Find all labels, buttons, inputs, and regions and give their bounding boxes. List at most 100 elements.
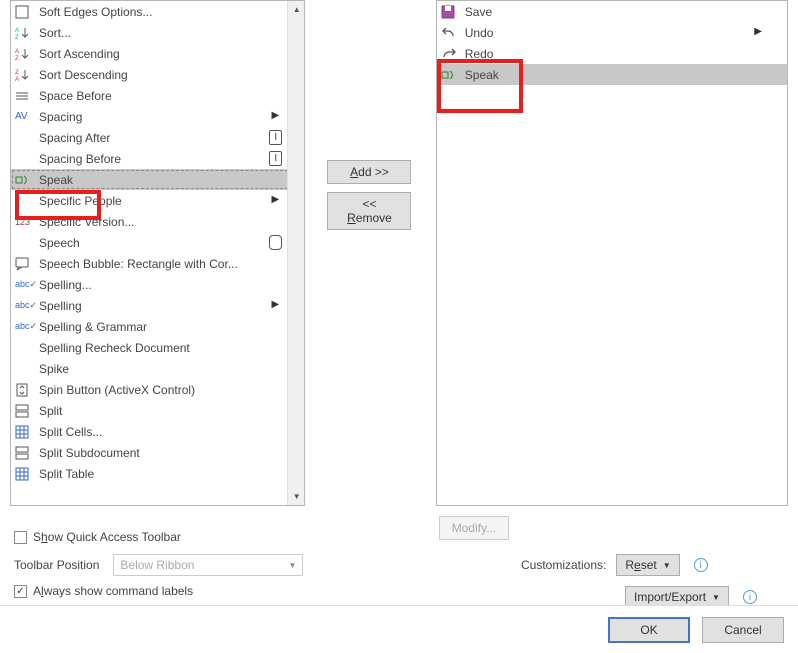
list-item[interactable]: Spin Button (ActiveX Control) <box>11 379 304 400</box>
commands-list[interactable]: Soft Edges Options...AZSort...AZSort Asc… <box>10 0 305 506</box>
list-item-label: Spacing After <box>39 131 304 145</box>
list-item-label: Sort Descending <box>39 68 304 82</box>
list-item[interactable]: Redo <box>437 43 787 64</box>
list-item-label: Split Subdocument <box>39 446 304 460</box>
ver-icon: 123 <box>13 217 39 227</box>
list-item[interactable]: AZSort... <box>11 22 304 43</box>
list-item[interactable]: abc✓Spelling▶ <box>11 295 304 316</box>
splitsub-icon <box>13 446 39 460</box>
table-icon <box>13 425 39 439</box>
save-icon <box>439 5 465 19</box>
list-item-label: Specific Version... <box>39 215 304 229</box>
toolbar-position-combo: Below Ribbon▼ <box>113 554 303 576</box>
sortAZ-icon: AZ <box>13 26 39 40</box>
list-item-label: Speech <box>39 236 304 250</box>
reset-dropdown[interactable]: Reset ▼ <box>616 554 679 576</box>
list-item-label: Soft Edges Options... <box>39 5 304 19</box>
list-item-label: Split Table <box>39 467 304 481</box>
scrollbar-left[interactable]: ▲ ▼ <box>287 1 304 505</box>
submenu-arrow-icon: ▶ <box>272 194 280 205</box>
toolbar-position-label: Toolbar Position <box>14 558 99 572</box>
list-item-label: Speak <box>39 173 304 187</box>
list-item[interactable]: AVSpacing▶ <box>11 106 304 127</box>
spin-icon <box>13 383 39 397</box>
submenu-arrow-icon: ▶ <box>272 110 280 121</box>
list-item[interactable]: Specific People▶ <box>11 190 304 211</box>
speak-icon <box>439 68 465 82</box>
info-icon[interactable]: i <box>694 558 708 572</box>
list-item-label: Space Before <box>39 89 304 103</box>
sortAsc-icon: AZ <box>13 47 39 61</box>
list-item-label: Speech Bubble: Rectangle with Cor... <box>39 257 304 271</box>
list-item-label: Sort... <box>39 26 304 40</box>
list-item-label: Spacing <box>39 110 304 124</box>
list-item-label: Split Cells... <box>39 425 304 439</box>
remove-button[interactable]: << Remove <box>327 192 411 230</box>
list-item-label: Specific People <box>39 194 304 208</box>
list-item[interactable]: 123Specific Version... <box>11 211 304 232</box>
list-item-label: Spelling <box>39 299 304 313</box>
always-show-checkbox[interactable]: ✓ <box>14 585 27 598</box>
list-item[interactable]: Speak <box>437 64 787 85</box>
dropdown-indicator-icon <box>269 235 282 250</box>
list-item[interactable]: Speech <box>11 232 304 253</box>
list-item-label: Split <box>39 404 304 418</box>
list-item[interactable]: Split <box>11 400 304 421</box>
redo-icon <box>439 47 465 61</box>
list-item[interactable]: Save <box>437 1 787 22</box>
list-item[interactable]: Soft Edges Options... <box>11 1 304 22</box>
info-icon[interactable]: i <box>743 590 757 604</box>
list-item[interactable]: abc✓Spelling & Grammar <box>11 316 304 337</box>
scroll-up-icon[interactable]: ▲ <box>288 1 305 18</box>
svg-text:A: A <box>15 77 19 83</box>
svg-text:A: A <box>15 49 19 55</box>
list-item[interactable]: Spacing AfterI <box>11 127 304 148</box>
sortDesc-icon: ZA <box>13 68 39 82</box>
modify-button: Modify... <box>439 516 509 540</box>
abc-icon: abc✓ <box>13 300 39 311</box>
list-item-label: Spin Button (ActiveX Control) <box>39 383 304 397</box>
abc-icon: abc✓ <box>13 279 39 290</box>
customizations-label: Customizations: <box>521 558 606 572</box>
submenu-arrow-icon: ▶ <box>754 26 762 37</box>
list-item[interactable]: abc✓Spelling... <box>11 274 304 295</box>
ok-button[interactable]: OK <box>608 617 690 643</box>
list-item[interactable]: Spike <box>11 358 304 379</box>
show-qat-checkbox[interactable] <box>14 531 27 544</box>
dialog-footer: OK Cancel <box>0 605 798 653</box>
list-item[interactable]: Split Table <box>11 463 304 484</box>
list-item-label: Spelling Recheck Document <box>39 341 304 355</box>
svg-text:Z: Z <box>15 56 19 62</box>
add-button[interactable]: Add >> <box>327 160 411 184</box>
split-icon <box>13 404 39 418</box>
list-item-label: Undo <box>465 26 787 40</box>
bubble-icon <box>13 257 39 271</box>
list-item-label: Sort Ascending <box>39 47 304 61</box>
lines-icon <box>13 89 39 103</box>
list-item[interactable]: AZSort Ascending <box>11 43 304 64</box>
list-item[interactable]: Split Cells... <box>11 421 304 442</box>
list-item-label: Spelling... <box>39 278 304 292</box>
list-item[interactable]: Speech Bubble: Rectangle with Cor... <box>11 253 304 274</box>
list-item-label: Redo <box>465 47 787 61</box>
list-item[interactable]: Spacing BeforeI <box>11 148 304 169</box>
list-item[interactable]: Undo▶ <box>437 22 787 43</box>
list-item[interactable]: ZASort Descending <box>11 64 304 85</box>
speak-icon <box>13 173 39 187</box>
abc-icon: abc✓ <box>13 321 39 332</box>
scroll-down-icon[interactable]: ▼ <box>288 488 305 505</box>
list-item-label: Spike <box>39 362 304 376</box>
list-item[interactable]: Spelling Recheck Document <box>11 337 304 358</box>
submenu-arrow-icon: ▶ <box>272 299 280 310</box>
list-item-label: Spelling & Grammar <box>39 320 304 334</box>
show-qat-label: Show Quick Access Toolbar <box>33 530 181 544</box>
list-item[interactable]: Space Before <box>11 85 304 106</box>
qat-list[interactable]: SaveUndo▶RedoSpeak <box>436 0 788 506</box>
list-item[interactable]: Speak <box>11 169 304 190</box>
list-item-label: Speak <box>465 68 787 82</box>
svg-text:Z: Z <box>15 70 19 76</box>
list-item[interactable]: Split Subdocument <box>11 442 304 463</box>
list-item-label: Spacing Before <box>39 152 304 166</box>
always-show-label: Always show command labels <box>33 584 193 598</box>
cancel-button[interactable]: Cancel <box>702 617 784 643</box>
